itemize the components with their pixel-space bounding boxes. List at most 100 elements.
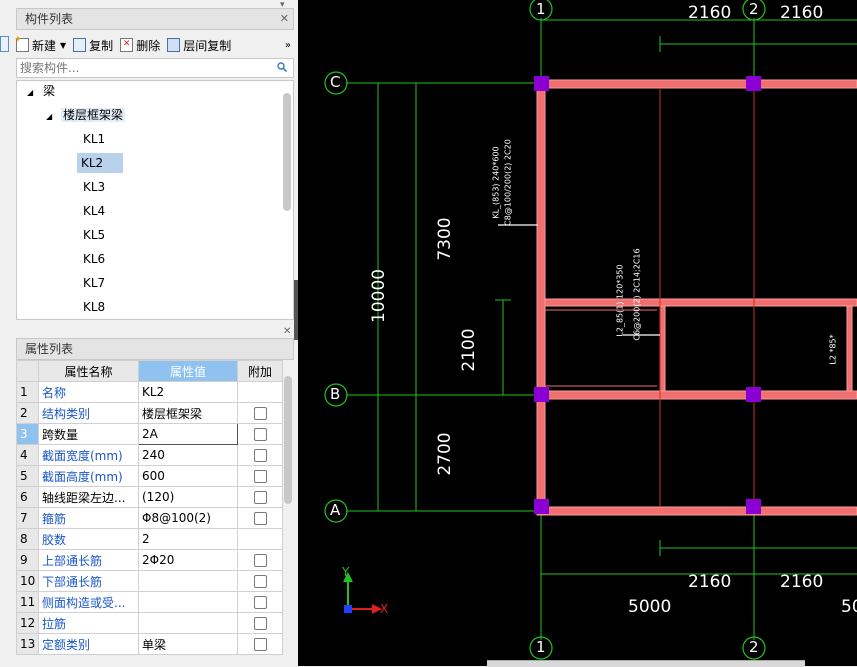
row-number: 6	[16, 486, 39, 508]
property-value[interactable]: 2A	[138, 423, 238, 445]
property-value[interactable]: 2	[138, 528, 238, 550]
component-tree: ◢ 梁 ◢ 楼层框架梁 KL1 KL2 KL3 KL4 KL5 KL6 KL7 …	[16, 80, 294, 320]
extra-checkbox[interactable]	[253, 469, 267, 483]
tree-node-floor-frame-beam[interactable]: ◢ 楼层框架梁	[46, 105, 125, 125]
property-row[interactable]: 8 胶数 2	[16, 528, 283, 550]
tree-item-kl5[interactable]: KL5	[79, 225, 109, 245]
property-row[interactable]: 11 侧面构造或受...	[16, 591, 283, 613]
delete-button[interactable]: ✕ 删除	[120, 37, 160, 54]
property-value[interactable]: 楼层框架梁	[138, 402, 238, 424]
property-name-header[interactable]: 属性名称	[38, 360, 139, 382]
tree-item-label: KL3	[83, 180, 106, 194]
tree-scrollbar[interactable]	[283, 93, 291, 211]
property-value-header[interactable]: 属性值	[138, 360, 238, 382]
property-value[interactable]: 单梁	[138, 633, 238, 655]
component-list-title: 构件列表	[25, 12, 74, 26]
expand-arrow-icon[interactable]: ◢	[27, 88, 33, 97]
row-number: 3	[16, 423, 39, 445]
property-scrollbar[interactable]	[284, 376, 292, 504]
property-value[interactable]: KL2	[138, 381, 238, 403]
property-row[interactable]: 9 上部通长筋 2Φ20	[16, 549, 283, 571]
extra-checkbox[interactable]	[253, 406, 267, 420]
extra-checkbox[interactable]	[253, 490, 267, 504]
tree-item-label: KL4	[83, 204, 106, 218]
tree-item-kl6[interactable]: KL6	[79, 249, 109, 269]
property-value[interactable]	[138, 612, 238, 634]
close-icon[interactable]: ✕	[283, 326, 291, 337]
property-row[interactable]: 3 跨数量 2A	[16, 423, 283, 445]
property-row[interactable]: 12 拉筋	[16, 612, 283, 634]
tree-item-kl1[interactable]: KL1	[79, 129, 109, 149]
axis-label-bottom-2: 2	[749, 638, 759, 656]
property-value[interactable]	[138, 591, 238, 613]
tree-item-kl4[interactable]: KL4	[79, 201, 109, 221]
property-value[interactable]: 600	[138, 465, 238, 487]
extra-checkbox[interactable]	[253, 637, 267, 651]
property-name: 定额类别	[38, 633, 139, 655]
property-extra-header[interactable]: 附加	[237, 360, 283, 382]
dropdown-arrow-icon[interactable]: ▼	[60, 41, 66, 50]
property-list-title: 属性列表	[25, 342, 74, 356]
tree-node-beam[interactable]: ◢ 梁	[27, 81, 55, 101]
floor-copy-button[interactable]: 层间复制	[167, 37, 231, 54]
dim-left-outer: 10000	[369, 268, 389, 323]
floor-copy-label: 层间复制	[183, 38, 232, 53]
property-value[interactable]: Φ8@100(2)	[138, 507, 238, 529]
search-icon[interactable]	[277, 62, 287, 72]
delete-label: 删除	[136, 38, 161, 53]
panel-toggle-button[interactable]	[0, 36, 9, 52]
extra-checkbox[interactable]	[253, 553, 267, 567]
pin-icon[interactable]: ▾	[280, 0, 285, 10]
property-extra	[237, 507, 283, 529]
search-input[interactable]: 搜索构件...	[16, 58, 294, 78]
beam-label-l2-right: L2 *85*	[828, 334, 838, 365]
property-row[interactable]: 4 截面宽度(mm) 240	[16, 444, 283, 466]
new-button[interactable]: ✦ 新建 ▼	[14, 36, 66, 54]
row-number: 8	[16, 528, 39, 550]
property-row[interactable]: 7 箍筋 Φ8@100(2)	[16, 507, 283, 529]
property-name: 拉筋	[38, 612, 139, 634]
tree-item-kl2[interactable]: KL2	[77, 153, 123, 173]
tree-node-label: 梁	[42, 84, 55, 98]
cad-viewport[interactable]: 1 2 1 2 C B A 2160 2160 2160 2160 5000 5…	[298, 0, 857, 666]
property-table-body: 1 名称 KL2 2 结构类别 楼层框架梁 3 跨数量 2A 4 截面宽度(mm) 240 5 截面高度(…	[16, 381, 283, 655]
row-number: 1	[16, 381, 39, 403]
expand-arrow-icon[interactable]: ◢	[46, 112, 52, 121]
tree-item-kl8[interactable]: KL8	[79, 297, 109, 317]
extra-checkbox[interactable]	[253, 574, 267, 588]
property-extra	[237, 528, 283, 550]
extra-checkbox[interactable]	[253, 511, 267, 525]
property-value[interactable]: (120)	[138, 486, 238, 508]
property-row[interactable]: 13 定额类别 单梁	[16, 633, 283, 655]
property-extra	[237, 633, 283, 655]
property-name: 名称	[38, 381, 139, 403]
copy-icon	[73, 38, 87, 52]
search-placeholder: 搜索构件...	[20, 61, 80, 75]
property-row[interactable]: 2 结构类别 楼层框架梁	[16, 402, 283, 424]
property-name: 胶数	[38, 528, 139, 550]
property-value[interactable]: 2Φ20	[138, 549, 238, 571]
dim-bottom-inner-1: 2160	[688, 572, 732, 592]
property-row[interactable]: 1 名称 KL2	[16, 381, 283, 403]
copy-button[interactable]: 复制	[73, 37, 113, 54]
copy-label: 复制	[89, 38, 114, 53]
tree-item-label: KL7	[83, 276, 106, 290]
extra-checkbox[interactable]	[253, 616, 267, 630]
extra-checkbox[interactable]	[253, 448, 267, 462]
delete-icon: ✕	[120, 38, 134, 52]
tree-item-kl3[interactable]: KL3	[79, 177, 109, 197]
tree-item-kl7[interactable]: KL7	[79, 273, 109, 293]
close-icon[interactable]: ✕	[280, 9, 289, 29]
double-chevron-right-icon[interactable]: »	[285, 40, 291, 51]
property-row[interactable]: 10 下部通长筋	[16, 570, 283, 592]
property-extra	[237, 591, 283, 613]
extra-checkbox[interactable]	[253, 595, 267, 609]
axis-label-a: A	[330, 501, 341, 519]
property-row[interactable]: 5 截面高度(mm) 600	[16, 465, 283, 487]
property-row[interactable]: 6 轴线距梁左边... (120)	[16, 486, 283, 508]
extra-checkbox[interactable]	[253, 427, 267, 441]
axis-label-c: C	[330, 73, 341, 91]
property-value[interactable]	[138, 570, 238, 592]
beam-label-l2-rebar: C6@200(2) 2C14;2C16	[632, 248, 642, 341]
property-value[interactable]: 240	[138, 444, 238, 466]
